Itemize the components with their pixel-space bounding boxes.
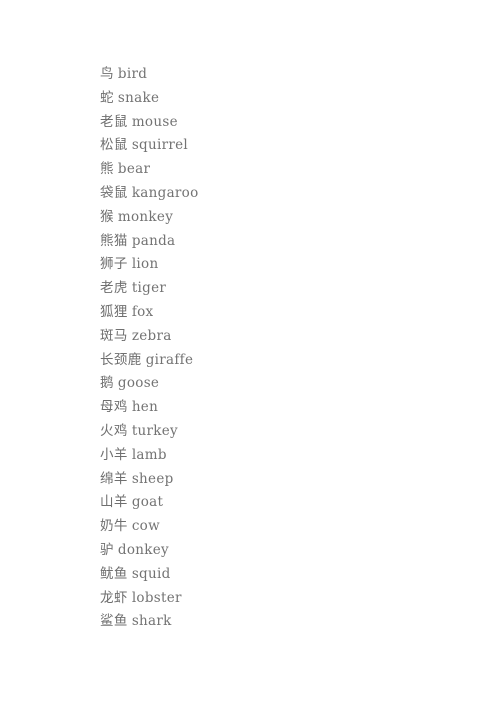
chinese-term: 熊 [100, 161, 114, 178]
vocabulary-entry: 狮子 lion [100, 252, 460, 276]
english-term: snake [117, 89, 160, 106]
chinese-term: 袋鼠 [100, 184, 128, 201]
chinese-term: 老虎 [100, 280, 128, 297]
chinese-term: 鱿鱼 [100, 565, 128, 582]
english-term: lamb [131, 446, 167, 463]
english-term: bear [117, 161, 151, 178]
vocabulary-entry: 斑马 zebra [100, 324, 460, 348]
chinese-term: 猴 [100, 208, 114, 225]
english-term: bird [117, 66, 148, 82]
chinese-term: 鹅 [100, 375, 114, 392]
english-term: cow [131, 518, 160, 535]
vocabulary-entry: 火鸡 turkey [100, 419, 460, 443]
english-term: panda [131, 232, 176, 249]
english-term: shark [131, 613, 172, 630]
vocabulary-entry: 熊 bear [100, 157, 460, 181]
english-term: giraffe [145, 351, 194, 368]
vocabulary-entry: 母鸡 hen [100, 395, 460, 419]
vocabulary-entry: 小羊 lamb [100, 443, 460, 467]
english-term: lion [131, 256, 159, 273]
vocabulary-entry: 蛇 snake [100, 86, 460, 110]
chinese-term: 老鼠 [100, 113, 128, 130]
chinese-term: 绵羊 [100, 470, 128, 487]
vocabulary-entry: 猴 monkey [100, 205, 460, 229]
english-term: squid [131, 565, 171, 582]
vocabulary-entry: 鱿鱼 squid [100, 562, 460, 586]
chinese-term: 火鸡 [100, 422, 128, 439]
chinese-term: 鸟 [100, 66, 114, 82]
vocabulary-list: 鸟 bird 蛇 snake 老鼠 mouse 松鼠 squirrel 熊 bear 袋鼠 kanga… [100, 62, 460, 633]
vocabulary-entry: 袋鼠 kangaroo [100, 181, 460, 205]
english-term: zebra [131, 327, 172, 344]
vocabulary-entry: 老虎 tiger [100, 276, 460, 300]
vocabulary-entry: 驴 donkey [100, 538, 460, 562]
chinese-term: 长颈鹿 [100, 351, 142, 368]
vocabulary-entry: 奶牛 cow [100, 514, 460, 538]
vocabulary-entry: 鲨鱼 shark [100, 609, 460, 633]
chinese-term: 狐狸 [100, 303, 128, 320]
english-term: hen [131, 399, 159, 416]
english-term: tiger [131, 280, 167, 297]
english-term: sheep [131, 470, 174, 487]
vocabulary-entry: 松鼠 squirrel [100, 133, 460, 157]
chinese-term: 松鼠 [100, 137, 128, 154]
english-term: goat [131, 494, 164, 511]
english-term: mouse [131, 113, 178, 130]
vocabulary-entry: 鸟 bird [100, 62, 460, 86]
english-term: monkey [117, 208, 174, 225]
english-term: turkey [131, 422, 178, 439]
vocabulary-entry: 长颈鹿 giraffe [100, 348, 460, 372]
chinese-term: 鲨鱼 [100, 613, 128, 630]
vocabulary-entry: 山羊 goat [100, 490, 460, 514]
chinese-term: 小羊 [100, 446, 128, 463]
vocabulary-entry: 老鼠 mouse [100, 110, 460, 134]
vocabulary-entry: 鹅 goose [100, 371, 460, 395]
chinese-term: 斑马 [100, 327, 128, 344]
vocabulary-entry: 龙虾 lobster [100, 586, 460, 610]
document-page: 鸟 bird 蛇 snake 老鼠 mouse 松鼠 squirrel 熊 bear 袋鼠 kanga… [0, 0, 500, 707]
english-term: donkey [117, 541, 169, 558]
vocabulary-entry: 绵羊 sheep [100, 467, 460, 491]
english-term: lobster [131, 589, 182, 606]
vocabulary-entry: 狐狸 fox [100, 300, 460, 324]
chinese-term: 蛇 [100, 89, 114, 106]
vocabulary-entry: 熊猫 panda [100, 229, 460, 253]
english-term: goose [117, 375, 160, 392]
chinese-term: 龙虾 [100, 589, 128, 606]
chinese-term: 狮子 [100, 256, 128, 273]
chinese-term: 奶牛 [100, 518, 128, 535]
chinese-term: 驴 [100, 541, 114, 558]
english-term: kangaroo [131, 184, 199, 201]
chinese-term: 熊猫 [100, 232, 128, 249]
english-term: fox [131, 303, 154, 320]
chinese-term: 山羊 [100, 494, 128, 511]
english-term: squirrel [131, 137, 189, 154]
chinese-term: 母鸡 [100, 399, 128, 416]
